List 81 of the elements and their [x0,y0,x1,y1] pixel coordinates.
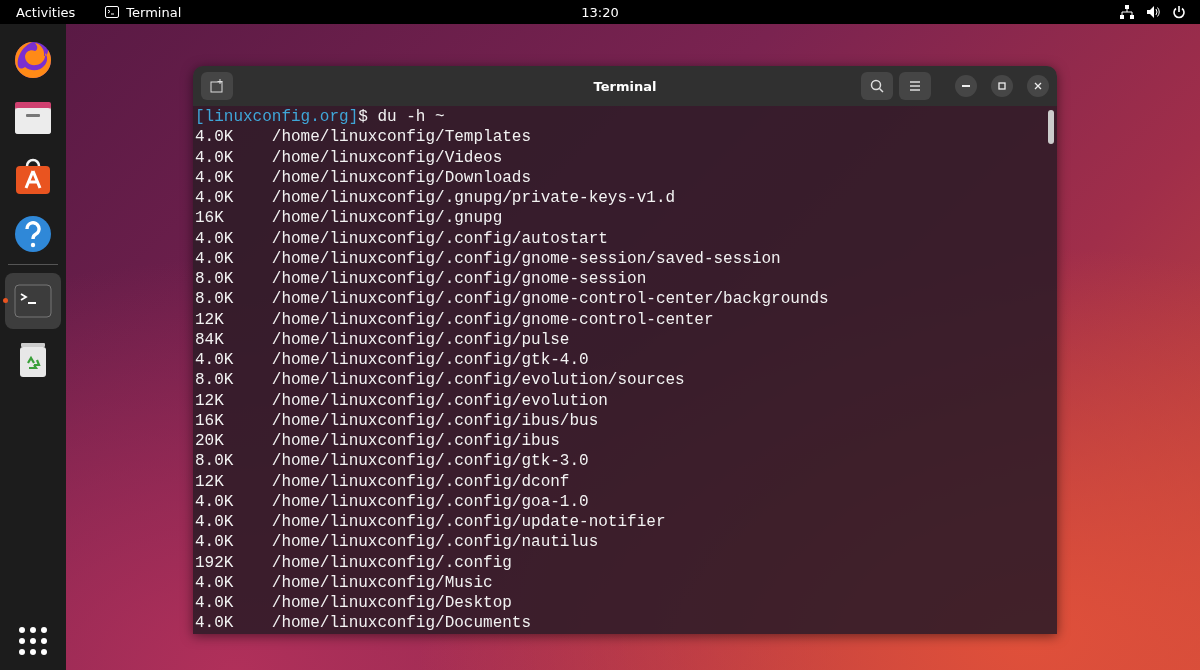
path-text: /home/linuxconfig/.config/gtk-4.0 [271,351,589,369]
path-text: /home/linuxconfig/Videos [271,148,503,167]
close-icon [1033,81,1043,91]
size-text: 192K [195,552,235,573]
path-text: /home/linuxconfig/.config/autostart [271,229,608,248]
shopping-bag-icon [13,156,53,196]
path-text: /home/linuxconfig/.gnupg [271,209,503,228]
app-menu[interactable]: Terminal [126,4,182,20]
path-text: /home/linuxconfig/.config/gnome-control-center/backgrounds [271,290,829,309]
volume-icon[interactable] [1146,5,1160,19]
new-tab-button[interactable] [201,72,233,100]
maximize-button[interactable] [991,75,1013,97]
path-text: /home/linuxconfig/.gnupg/private-keys-v1.d [271,189,676,207]
size-text: 8.0K [195,269,235,290]
menu-button[interactable] [899,72,931,100]
path-text: /home/linuxconfig/Desktop [271,594,512,612]
prompt: [linuxconfig.org] [195,108,359,126]
size-text: 12K [195,390,225,411]
size-text: 4.0K [195,127,235,148]
search-icon [870,79,884,93]
maximize-icon [997,81,1007,91]
path-text: /home/linuxconfig/.config/gtk-3.0 [271,452,589,471]
size-text: 12K [195,471,225,492]
scrollbar[interactable] [1048,110,1054,144]
size-text: 4.0K [195,613,235,634]
dock-button[interactable] [13,214,53,254]
path-text: /home/linuxconfig/.config/gnome-control-center [271,310,714,329]
path-text: /home/linuxconfig/Templates [271,128,532,147]
search-button[interactable] [861,72,893,100]
question-mark-icon [13,214,53,254]
path-text: /home/linuxconfig/.config/evolution [271,391,608,410]
path-text: /home/linuxconfig/.config/gnome-session [271,270,647,288]
dock-button[interactable] [13,156,53,196]
path-text: /home/linuxconfig/Documents [271,614,532,633]
path-text: /home/linuxconfig/.config/pulse [271,330,570,349]
path-text: /home/linuxconfig/.config/goa-1.0 [271,492,589,511]
size-text: 4.0K [195,248,235,269]
size-text: 4.0K [195,491,235,512]
path-text: /home/linuxconfig/Downloads [271,168,532,187]
menu-icon [909,81,921,91]
size-text: 4.0K [195,228,235,249]
activities-button[interactable]: Activities [16,4,76,20]
path-text: /home/linuxconfig/.config/ibus [271,432,560,450]
path-text: /home/linuxconfig/.config/gnome-session/saved-session [271,249,781,268]
size-text: 4.0K [195,512,235,533]
window-title: Terminal [593,78,657,94]
app-grid-icon[interactable] [18,626,48,656]
size-text: 4.0K [195,350,235,371]
size-text: 12K [195,309,225,330]
path-text: /home/linuxconfig/.config/evolution/sources [271,371,685,390]
size-text: 4.0K [195,532,235,553]
path-text: /home/linuxconfig/.config [271,553,512,572]
size-text: 8.0K [195,289,235,310]
path-text: /home/linuxconfig/Music [271,573,493,592]
size-text: 8.0K [195,451,235,472]
size-text: 20K [195,431,225,452]
terminal-icon [105,6,120,18]
size-text: 4.0K [195,593,235,614]
path-text: /home/linuxconfig/.config/ibus/bus [271,411,599,430]
path-text: /home/linuxconfig/.config/update-notifier [271,513,666,531]
close-button[interactable] [1027,75,1049,97]
size-text: 8.0K [195,370,235,391]
path-text: /home/linuxconfig/.config/nautilus [271,533,599,552]
size-text: 84K [195,329,225,350]
network-icon[interactable] [1120,5,1134,19]
size-text: 4.0K [195,188,235,209]
path-text: /home/linuxconfig/.config/dconf [271,472,570,491]
power-icon[interactable] [1172,5,1186,19]
command-text: $ du -h ~ [358,108,445,126]
size-text: 4.0K [195,147,235,168]
size-text: 16K [195,208,225,229]
size-text: 16K [195,410,225,431]
size-text: 4.0K [195,167,235,188]
minimize-button[interactable] [955,75,977,97]
minimize-icon [962,85,970,87]
new-tab-icon [210,79,224,93]
browser-icon [13,40,53,80]
clock[interactable]: 13:20 [581,4,619,20]
terminal-icon [13,281,53,321]
size-text: 4.0K [195,572,235,593]
dock-button[interactable] [13,40,53,80]
